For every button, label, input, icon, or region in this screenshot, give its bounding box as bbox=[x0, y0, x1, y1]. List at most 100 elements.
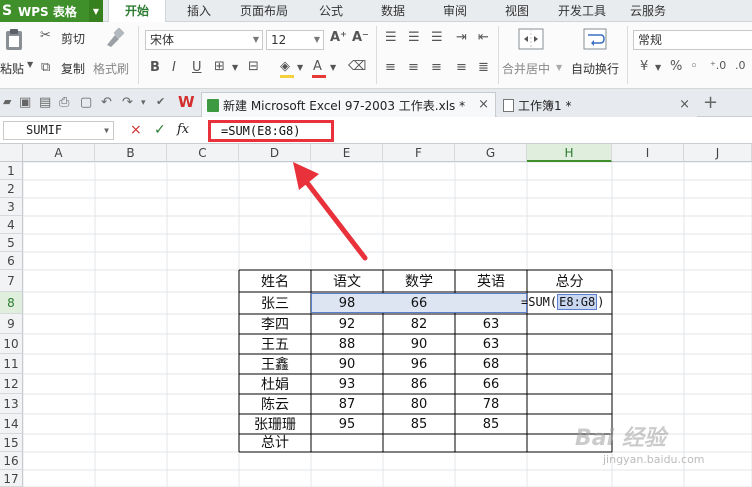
confirm-icon[interactable]: ✓ bbox=[154, 122, 166, 138]
table-cell-name[interactable]: 李四 bbox=[239, 316, 311, 334]
tab-formulas[interactable]: 公式 bbox=[319, 0, 343, 22]
close-icon[interactable]: × bbox=[478, 97, 489, 112]
tab-workbook1[interactable]: 工作簿1 * × bbox=[497, 92, 697, 117]
new-tab-button[interactable]: + bbox=[703, 92, 718, 113]
row-header[interactable]: 16 bbox=[0, 452, 23, 470]
paste-button[interactable]: 粘贴 bbox=[0, 60, 24, 77]
table-cell-name[interactable]: 张三 bbox=[239, 295, 311, 313]
row-header[interactable]: 1 bbox=[0, 162, 23, 180]
merge-center-icon[interactable] bbox=[518, 28, 544, 50]
editing-cell-h8[interactable]: =SUM(E8:G8) bbox=[521, 293, 613, 313]
merge-center-button[interactable]: 合并居中 bbox=[502, 60, 550, 77]
table-cell-chinese[interactable]: 88 bbox=[311, 336, 383, 354]
align-middle-icon[interactable]: ☰ bbox=[408, 30, 420, 45]
table-header-math[interactable]: 数学 bbox=[383, 273, 455, 291]
column-header-g[interactable]: G bbox=[455, 144, 527, 162]
row-header[interactable]: 17 bbox=[0, 470, 23, 487]
wps-w-logo-icon[interactable]: W bbox=[178, 93, 195, 111]
align-top-icon[interactable]: ☰ bbox=[385, 30, 397, 45]
indent-icon[interactable]: ⇥ bbox=[456, 30, 467, 45]
fill-color-icon[interactable]: ◈ bbox=[280, 59, 290, 74]
export-pdf-icon[interactable]: ▤ bbox=[39, 95, 51, 110]
copy-button[interactable]: 复制 bbox=[61, 60, 85, 77]
table-cell-chinese[interactable]: 87 bbox=[311, 396, 383, 414]
column-header-i[interactable]: I bbox=[612, 144, 684, 162]
clear-format-icon[interactable]: ⌫ bbox=[348, 59, 366, 74]
font-color-icon[interactable]: A bbox=[313, 59, 322, 74]
close-icon[interactable]: × bbox=[679, 97, 690, 112]
bold-icon[interactable]: B bbox=[150, 60, 160, 75]
table-cell-math[interactable]: 90 bbox=[383, 336, 455, 354]
row-header[interactable]: 14 bbox=[0, 414, 23, 434]
table-footer-total[interactable]: 总计 bbox=[239, 434, 311, 452]
table-cell-english[interactable]: 63 bbox=[455, 336, 527, 354]
table-cell-name[interactable]: 陈云 bbox=[239, 396, 311, 414]
table-cell-english[interactable]: 78 bbox=[455, 396, 527, 414]
table-cell-math[interactable]: 86 bbox=[383, 376, 455, 394]
table-cell-math[interactable]: 80 bbox=[383, 396, 455, 414]
column-header-c[interactable]: C bbox=[167, 144, 239, 162]
align-bottom-icon[interactable]: ☰ bbox=[431, 30, 443, 45]
row-header[interactable]: 8 bbox=[0, 292, 23, 314]
outdent-icon[interactable]: ⇤ bbox=[478, 30, 489, 45]
chevron-down-icon[interactable]: ▼ bbox=[330, 63, 336, 72]
chevron-down-icon[interactable]: ▼ bbox=[89, 0, 103, 22]
redo-icon[interactable]: ↷ bbox=[122, 95, 133, 110]
table-cell-chinese[interactable]: 93 bbox=[311, 376, 383, 394]
column-header-f[interactable]: F bbox=[383, 144, 455, 162]
row-header[interactable]: 3 bbox=[0, 198, 23, 216]
chevron-down-icon[interactable]: ▼ bbox=[232, 63, 238, 72]
format-painter-icon[interactable] bbox=[103, 27, 125, 49]
table-cell-english[interactable]: 68 bbox=[455, 356, 527, 374]
table-cell-name[interactable]: 王五 bbox=[239, 336, 311, 354]
table-cell-chinese[interactable]: 95 bbox=[311, 416, 383, 434]
table-header-english[interactable]: 英语 bbox=[455, 273, 527, 291]
column-header-a[interactable]: A bbox=[23, 144, 95, 162]
align-center-icon[interactable]: ≡ bbox=[408, 60, 419, 75]
chevron-down-icon[interactable]: ▼ bbox=[27, 60, 33, 69]
table-cell-math[interactable]: 85 bbox=[383, 416, 455, 434]
chevron-down-icon[interactable]: ▼ bbox=[104, 122, 109, 139]
underline-icon[interactable]: U bbox=[192, 60, 202, 75]
cancel-icon[interactable]: × bbox=[130, 122, 142, 138]
formula-input[interactable]: =SUM(E8:G8) bbox=[208, 120, 334, 142]
table-cell-name[interactable]: 杜娟 bbox=[239, 376, 311, 394]
table-cell-math[interactable]: 96 bbox=[383, 356, 455, 374]
row-header[interactable]: 11 bbox=[0, 354, 23, 374]
currency-icon[interactable]: ¥ bbox=[640, 59, 648, 74]
row-header[interactable]: 7 bbox=[0, 270, 23, 292]
format-painter-button[interactable]: 格式刷 bbox=[93, 60, 129, 77]
distribute-icon[interactable]: ≣ bbox=[478, 60, 489, 75]
percent-icon[interactable]: % bbox=[670, 59, 682, 74]
column-header-b[interactable]: B bbox=[95, 144, 167, 162]
align-right-icon[interactable]: ≡ bbox=[431, 60, 442, 75]
table-cell-chinese[interactable]: 92 bbox=[311, 316, 383, 334]
thousands-icon[interactable]: ◦ bbox=[690, 59, 698, 74]
print-icon[interactable]: ⎙ bbox=[59, 95, 69, 110]
table-cell-name[interactable]: 张珊珊 bbox=[239, 416, 311, 434]
column-header-j[interactable]: J bbox=[684, 144, 752, 162]
scissors-icon[interactable]: ✂ bbox=[40, 28, 51, 43]
save-icon[interactable]: ▣ bbox=[19, 95, 31, 110]
tab-document-excel[interactable]: 新建 Microsoft Excel 97-2003 工作表.xls * × bbox=[201, 92, 496, 117]
justify-icon[interactable]: ≡ bbox=[456, 60, 467, 75]
increase-decimal-icon[interactable]: ⁺.0 bbox=[710, 59, 726, 72]
tab-page-layout[interactable]: 页面布局 bbox=[240, 0, 288, 22]
row-header[interactable]: 4 bbox=[0, 216, 23, 234]
row-header[interactable]: 6 bbox=[0, 252, 23, 270]
tab-developer[interactable]: 开发工具 bbox=[558, 0, 606, 22]
font-name-select[interactable]: 宋体 ▼ bbox=[145, 30, 263, 50]
row-header[interactable]: 12 bbox=[0, 374, 23, 394]
name-box[interactable]: SUMIF ▼ bbox=[3, 121, 114, 140]
chevron-down-icon[interactable]: ▼ bbox=[297, 63, 303, 72]
tab-cloud[interactable]: 云服务 bbox=[630, 0, 666, 22]
table-cell-math[interactable]: 66 bbox=[383, 295, 455, 313]
customize-icon[interactable]: ✔ bbox=[156, 95, 165, 108]
table-cell-english[interactable]: 63 bbox=[455, 316, 527, 334]
tab-insert[interactable]: 插入 bbox=[187, 0, 211, 22]
row-header[interactable]: 10 bbox=[0, 334, 23, 354]
align-left-icon[interactable]: ≡ bbox=[385, 60, 396, 75]
wps-app-button[interactable]: S WPS 表格 ▼ bbox=[0, 0, 103, 22]
decrease-decimal-icon[interactable]: .0 bbox=[735, 59, 746, 72]
paste-icon[interactable] bbox=[4, 28, 24, 52]
